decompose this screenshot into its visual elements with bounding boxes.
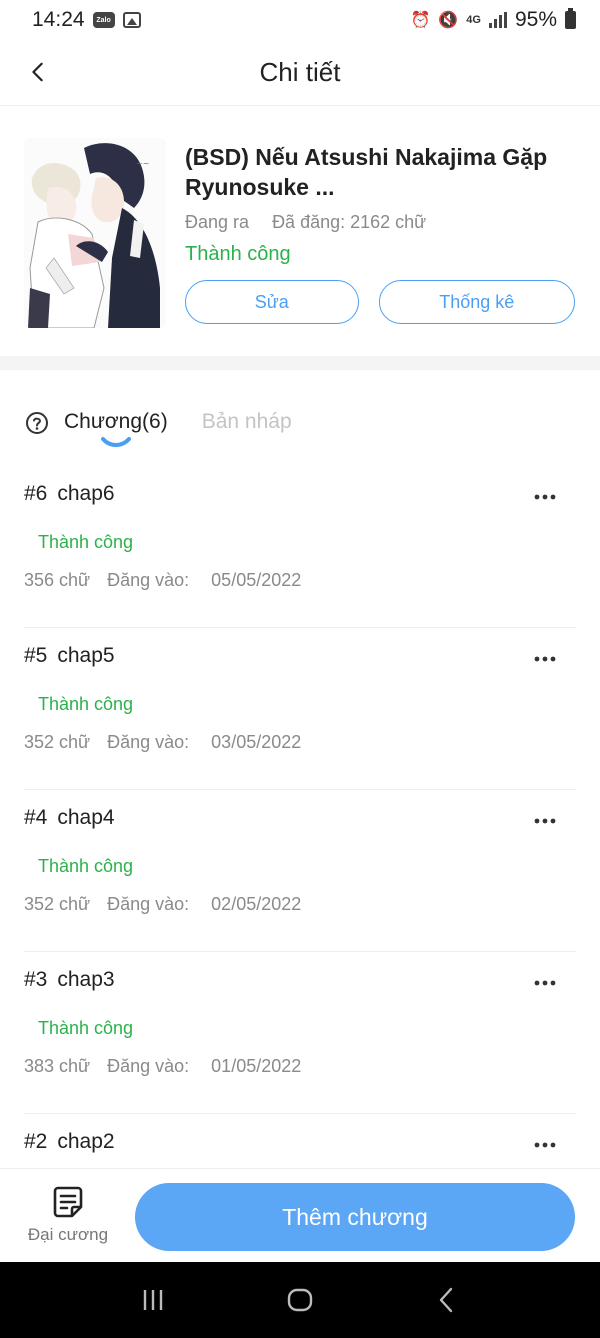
book-word-count: Đã đăng: 2162 chữ xyxy=(272,212,427,232)
document-icon xyxy=(53,1186,83,1218)
chapter-number: #6 xyxy=(24,482,48,505)
network-type: 4G xyxy=(466,14,481,26)
outline-button[interactable]: Đại cương xyxy=(20,1185,116,1245)
back-button[interactable] xyxy=(20,54,56,90)
chapter-meta: 352 chữ Đăng vào: 02/05/2022 xyxy=(24,894,301,915)
active-tab-indicator xyxy=(101,437,131,447)
chapter-posted-label: Đăng vào: xyxy=(107,894,190,914)
battery-icon xyxy=(565,8,576,29)
svg-text:~~: ~~ xyxy=(136,159,149,168)
chapter-name: chap2 xyxy=(57,1130,115,1153)
chapter-status: Thành công xyxy=(38,694,134,714)
book-cover[interactable]: ~~ xyxy=(24,138,166,328)
help-icon[interactable] xyxy=(24,410,50,436)
chapter-list: #6 chap6 Thành công 356 chữ Đăng vào: 05/0… xyxy=(0,466,600,1276)
book-title: (BSD) Nếu Atsushi Nakajima Gặp Ryunosuke… xyxy=(185,144,548,200)
back-arrow-icon xyxy=(439,1287,452,1313)
edit-button[interactable]: Sửa xyxy=(185,280,359,324)
book-status: Thành công xyxy=(185,243,291,265)
chapter-tabs: Chương(6) Bản nháp xyxy=(24,400,292,456)
stats-button[interactable]: Thống kê xyxy=(378,280,575,324)
chapter-number: #3 xyxy=(24,968,48,991)
chapter-item[interactable]: #5 chap5 Thành công 352 chữ Đăng vào: 03/0… xyxy=(24,628,576,790)
more-horizontal-icon xyxy=(534,494,556,500)
chapter-status: Thành công xyxy=(38,532,134,552)
book-state: Đang ra xyxy=(185,212,250,232)
chapter-heading: #5 chap5 xyxy=(24,644,115,668)
home-button[interactable] xyxy=(275,1280,325,1320)
chapter-meta: 352 chữ Đăng vào: 03/05/2022 xyxy=(24,732,301,753)
tab-chapters[interactable]: Chương(6) xyxy=(64,400,168,447)
chapter-heading: #3 chap3 xyxy=(24,968,115,992)
chapter-name: chap6 xyxy=(57,482,115,505)
book-meta: Đang ra Đã đăng: 2162 chữ xyxy=(185,212,575,233)
chapter-name: chap4 xyxy=(57,806,115,829)
more-options-button[interactable] xyxy=(530,806,560,836)
chapter-name: chap3 xyxy=(57,968,115,991)
more-options-button[interactable] xyxy=(530,968,560,998)
chapter-item[interactable]: #4 chap4 Thành công 352 chữ Đăng vào: 02/0… xyxy=(24,790,576,952)
chapter-number: #2 xyxy=(24,1130,48,1153)
chapter-word-count: 352 chữ xyxy=(24,894,91,914)
cover-illustration: ~~ xyxy=(24,138,166,328)
system-nav-bar xyxy=(0,1262,600,1338)
chapter-date: 03/05/2022 xyxy=(211,732,302,752)
more-horizontal-icon xyxy=(534,980,556,986)
chapter-posted-label: Đăng vào: xyxy=(107,732,190,752)
chapter-meta: 383 chữ Đăng vào: 01/05/2022 xyxy=(24,1056,301,1077)
more-options-button[interactable] xyxy=(530,1130,560,1160)
book-actions: Sửa Thống kê xyxy=(185,280,575,324)
chapter-date: 02/05/2022 xyxy=(211,894,302,914)
chapter-status: Thành công xyxy=(38,856,134,876)
chapter-number: #5 xyxy=(24,644,48,667)
outline-label: Đại cương xyxy=(27,1225,109,1244)
chapter-heading: #4 chap4 xyxy=(24,806,115,830)
chapter-item[interactable]: #6 chap6 Thành công 356 chữ Đăng vào: 05/0… xyxy=(24,466,576,628)
more-horizontal-icon xyxy=(534,656,556,662)
more-options-button[interactable] xyxy=(530,644,560,674)
book-info: (BSD) Nếu Atsushi Nakajima Gặp Ryunosuke… xyxy=(185,142,575,324)
status-bar: 14:24 Zalo ⏰ 🔇 4G 95% xyxy=(0,0,600,40)
chapter-posted-label: Đăng vào: xyxy=(107,1056,190,1076)
alarm-icon: ⏰ xyxy=(410,12,431,29)
recents-icon xyxy=(144,1290,163,1310)
chapter-posted-label: Đăng vào: xyxy=(107,570,190,590)
more-horizontal-icon xyxy=(534,818,556,824)
add-chapter-button[interactable]: Thêm chương xyxy=(135,1183,575,1251)
chapter-item[interactable]: #3 chap3 Thành công 383 chữ Đăng vào: 01/0… xyxy=(24,952,576,1114)
zalo-icon: Zalo xyxy=(92,12,115,28)
chapter-heading: #2 chap2 xyxy=(24,1130,115,1154)
page-title: Chi tiết xyxy=(259,57,341,87)
chapter-date: 01/05/2022 xyxy=(211,1056,302,1076)
gallery-icon xyxy=(122,12,141,28)
battery-percent: 95% xyxy=(514,8,557,31)
chapter-word-count: 383 chữ xyxy=(24,1056,91,1076)
chevron-left-icon xyxy=(32,62,43,82)
recent-apps-button[interactable] xyxy=(128,1280,178,1320)
more-options-button[interactable] xyxy=(530,482,560,512)
status-time: 14:24 xyxy=(32,8,85,31)
chapter-heading: #6 chap6 xyxy=(24,482,115,506)
mute-icon: 🔇 xyxy=(438,12,459,29)
top-header: Chi tiết xyxy=(0,40,600,106)
section-divider xyxy=(0,356,600,370)
chapter-status: Thành công xyxy=(38,1018,134,1038)
chapter-name: chap5 xyxy=(57,644,115,667)
chapter-date: 05/05/2022 xyxy=(211,570,302,590)
home-icon xyxy=(287,1288,313,1312)
tab-chapters-label: Chương(6) xyxy=(64,410,168,433)
chapter-meta: 356 chữ Đăng vào: 05/05/2022 xyxy=(24,570,301,591)
book-card: ~~ (BSD) Nếu Atsushi Nakajima Gặp Ryunos… xyxy=(0,106,600,356)
more-horizontal-icon xyxy=(534,1142,556,1148)
bottom-action-bar: Đại cương Thêm chương xyxy=(0,1168,600,1262)
chapter-number: #4 xyxy=(24,806,48,829)
signal-icon xyxy=(488,12,507,28)
chapter-word-count: 352 chữ xyxy=(24,732,91,752)
tab-drafts[interactable]: Bản nháp xyxy=(202,400,292,434)
chapter-word-count: 356 chữ xyxy=(24,570,91,590)
system-back-button[interactable] xyxy=(422,1280,472,1320)
